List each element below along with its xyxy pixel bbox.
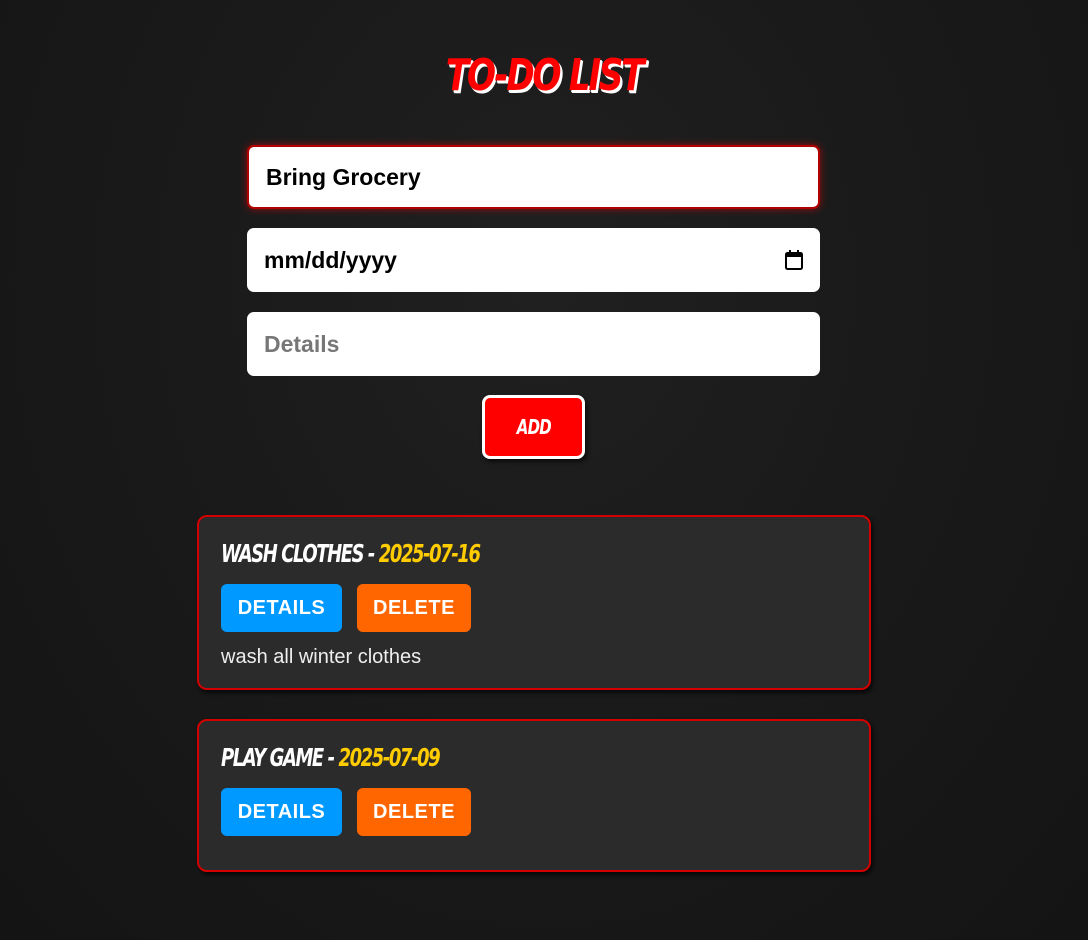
details-input[interactable]: Details bbox=[247, 312, 820, 376]
task-input-value: Bring Grocery bbox=[266, 163, 421, 190]
todo-title: WASH CLOTHES - 2025-07-16 bbox=[221, 539, 481, 569]
todo-date: 2025-07-16 bbox=[378, 539, 481, 568]
details-button[interactable]: DETAILS bbox=[221, 584, 342, 632]
add-button-label: ADD bbox=[516, 415, 551, 439]
todo-name: PLAY GAME bbox=[221, 743, 324, 772]
calendar-icon[interactable] bbox=[785, 250, 803, 270]
date-input-placeholder: mm/dd/yyyy bbox=[264, 246, 397, 273]
todo-date: 2025-07-09 bbox=[338, 743, 440, 772]
todo-card: PLAY GAME - 2025-07-09 DETAILS DELETE bbox=[197, 719, 871, 872]
delete-button[interactable]: DELETE bbox=[357, 788, 471, 836]
todo-details-text: wash all winter clothes bbox=[221, 646, 422, 668]
todo-name: WASH CLOTHES bbox=[221, 539, 365, 568]
todo-title: PLAY GAME - 2025-07-09 bbox=[221, 743, 441, 773]
add-button[interactable]: ADD bbox=[482, 395, 585, 459]
details-button[interactable]: DETAILS bbox=[221, 788, 342, 836]
date-input[interactable]: mm/dd/yyyy bbox=[247, 228, 820, 292]
page-title: TO-DO LIST bbox=[445, 50, 645, 101]
todo-separator: - bbox=[322, 743, 339, 772]
todo-card: WASH CLOTHES - 2025-07-16 DETAILS DELETE… bbox=[197, 515, 871, 690]
delete-button[interactable]: DELETE bbox=[357, 584, 471, 632]
details-input-placeholder: Details bbox=[264, 330, 340, 357]
task-input[interactable]: Bring Grocery bbox=[247, 145, 820, 209]
todo-separator: - bbox=[363, 539, 379, 568]
